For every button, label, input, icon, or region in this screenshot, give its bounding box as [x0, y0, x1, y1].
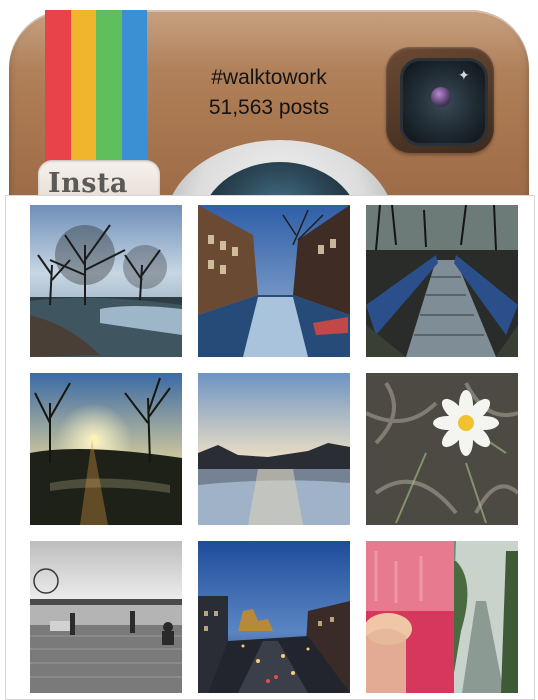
hashtag-title[interactable]: #walktowork — [178, 64, 360, 91]
stripe-green — [96, 10, 122, 170]
rainbow-stripes — [45, 10, 147, 170]
photo-wooden-footbridge[interactable] — [366, 205, 518, 357]
stripe-red — [45, 10, 71, 170]
photo-calm-river-dusk[interactable] — [198, 373, 350, 525]
photo-river-trees-sunrise-image — [30, 205, 182, 357]
photo-waterfront-black-white-image — [30, 541, 182, 693]
viewfinder-dot — [431, 87, 451, 107]
photo-frosted-daisy-image — [366, 373, 518, 525]
photo-river-trees-sunrise[interactable] — [30, 205, 182, 357]
posts-count: 51,563 posts — [208, 96, 330, 119]
photo-canal-houses-image — [198, 205, 350, 357]
header-app-icon: Insta ✦ #walktowork 51,563 posts — [0, 0, 538, 200]
photo-smoothie-path[interactable] — [366, 541, 518, 693]
stripe-blue — [121, 10, 147, 170]
photo-grid — [5, 195, 535, 700]
photo-canal-houses[interactable] — [198, 205, 350, 357]
glint-icon: ✦ — [458, 67, 470, 83]
instagram-logo: Insta — [38, 160, 160, 200]
photo-sunset-behind-trees[interactable] — [30, 373, 182, 525]
photo-city-street-night-image — [198, 541, 350, 693]
stripe-yellow — [70, 10, 96, 170]
photo-city-street-night[interactable] — [198, 541, 350, 693]
photo-wooden-footbridge-image — [366, 205, 518, 357]
photo-calm-river-dusk-image — [198, 373, 350, 525]
photo-frosted-daisy[interactable] — [366, 373, 518, 525]
photo-sunset-behind-trees-image — [30, 373, 182, 525]
photo-waterfront-black-white[interactable] — [30, 541, 182, 693]
photo-smoothie-path-image — [366, 541, 518, 693]
